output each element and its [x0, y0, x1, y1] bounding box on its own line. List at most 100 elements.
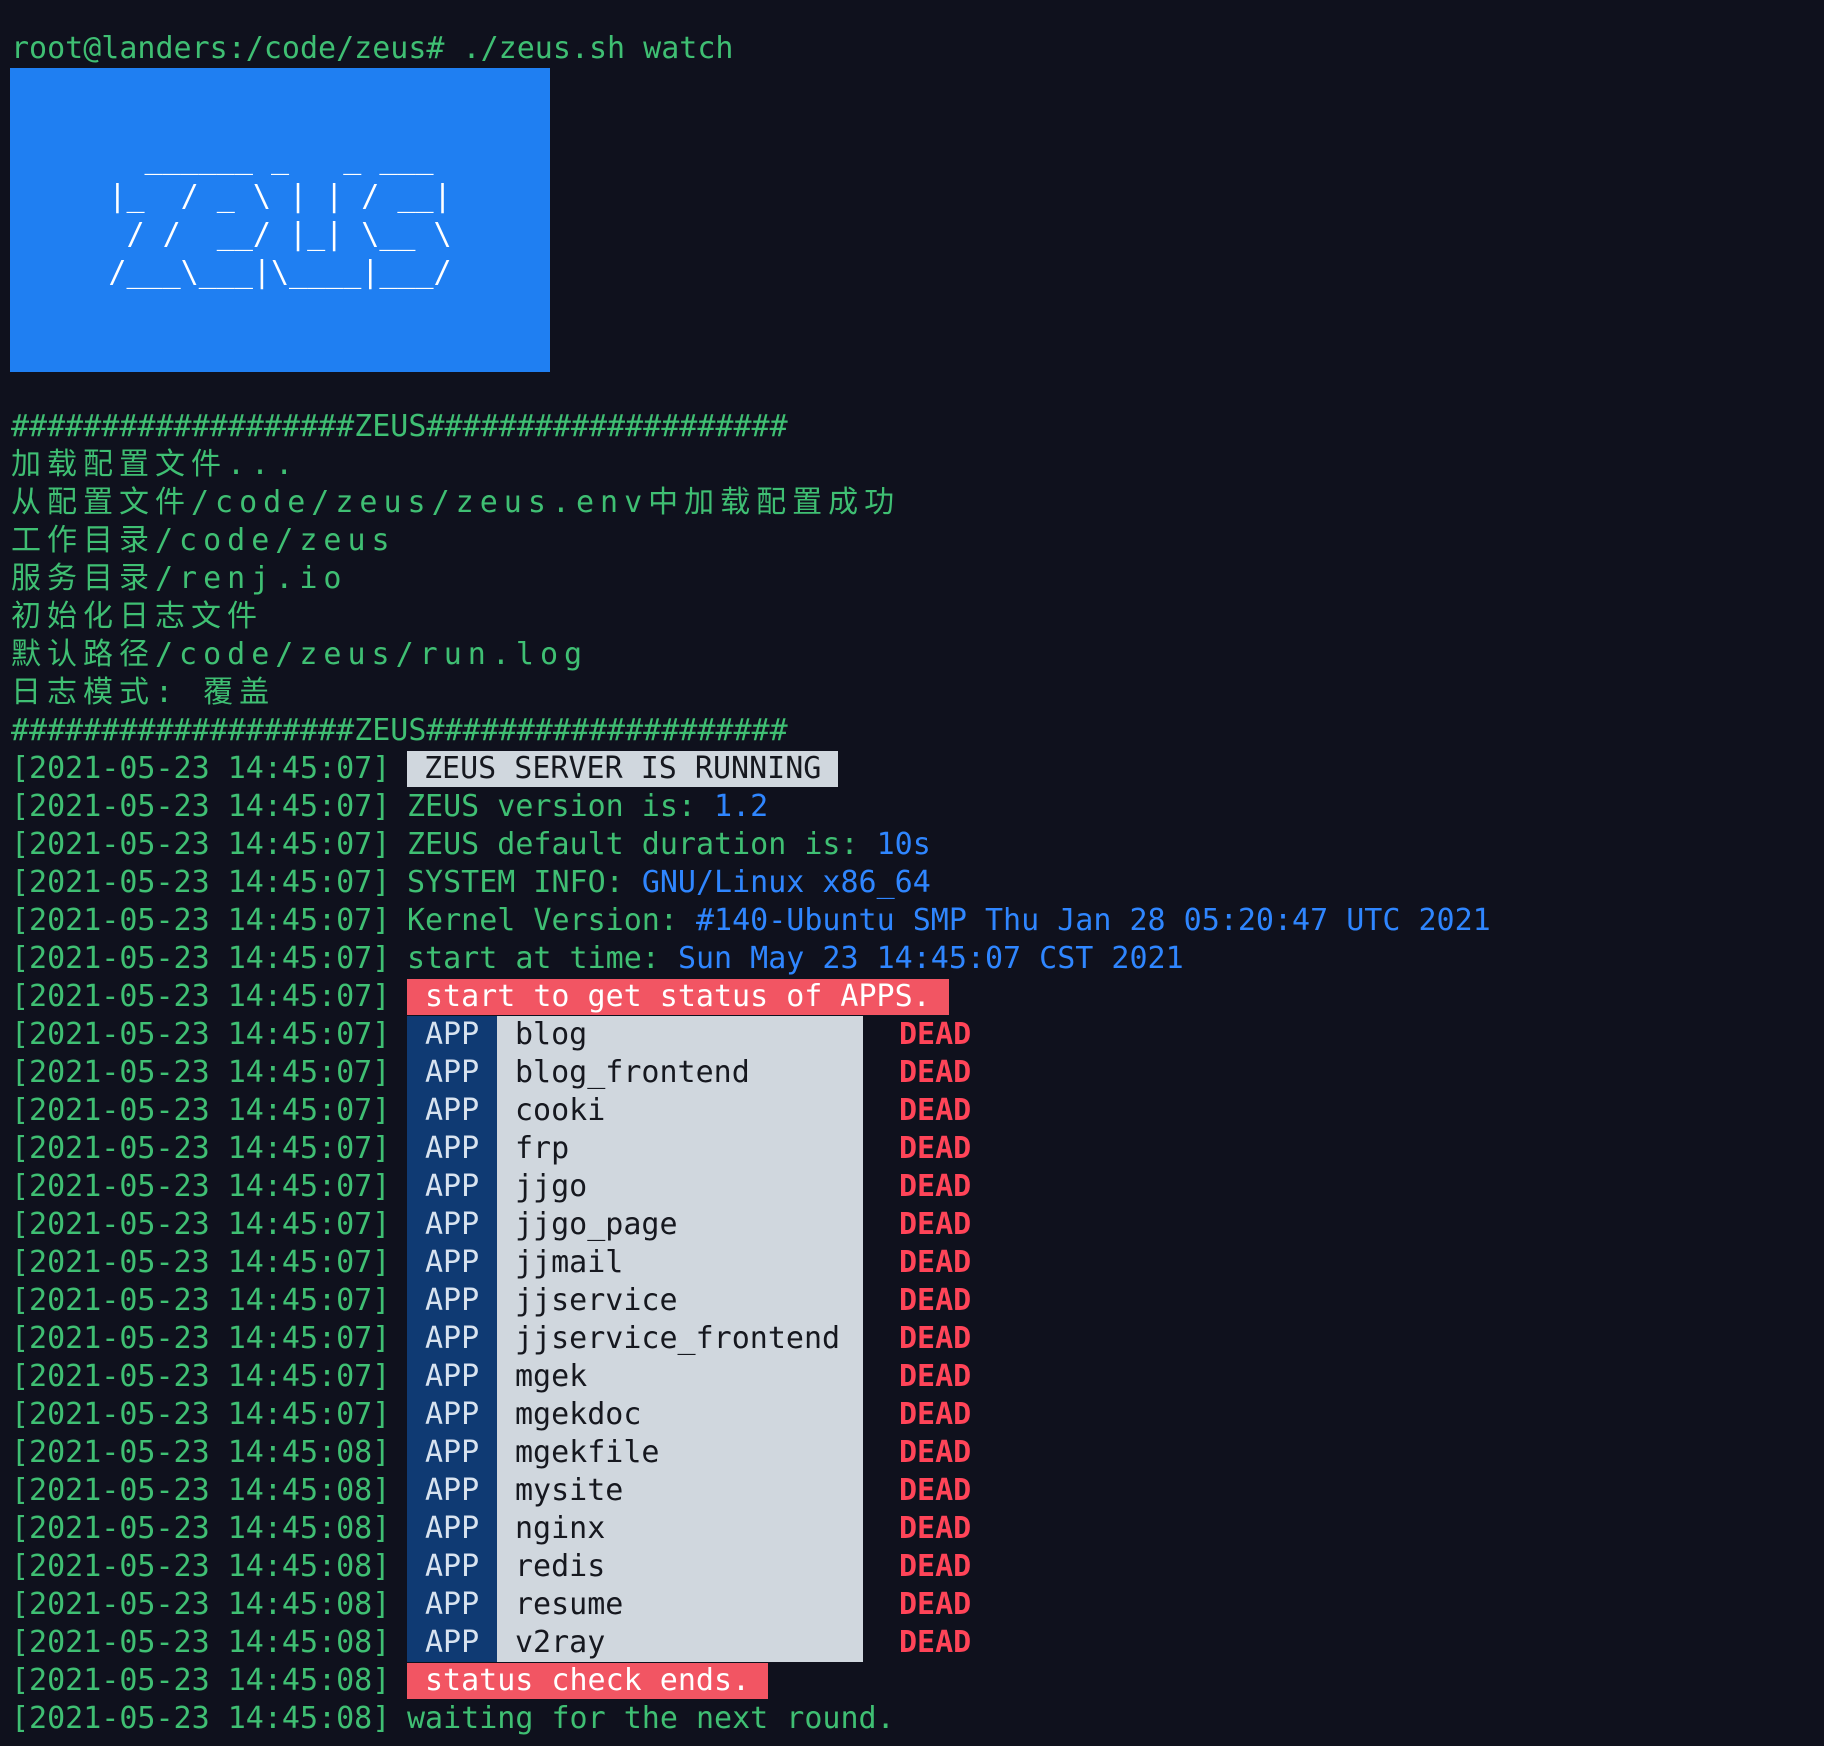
timestamp: [2021-05-23 14:45:07]	[11, 1055, 391, 1090]
sysinfo-label: SYSTEM INFO:	[407, 865, 642, 900]
app-status: DEAD	[899, 1245, 972, 1280]
timestamp: [2021-05-23 14:45:08]	[11, 1549, 391, 1584]
app-status: DEAD	[899, 1169, 972, 1204]
timestamp: [2021-05-23 14:45:08]	[11, 1625, 391, 1660]
app-name: jjmail	[497, 1244, 863, 1282]
config-line: 工作目录/code/zeus	[11, 523, 396, 558]
app-status: DEAD	[899, 1359, 972, 1394]
app-status: DEAD	[899, 1587, 972, 1622]
command-line: root@landers:/code/zeus# ./zeus.sh watch	[11, 30, 733, 68]
app-tag: APP	[407, 1624, 497, 1662]
log-line-start: [2021-05-23 14:45:07] start at time: Sun…	[11, 940, 1491, 978]
timestamp: [2021-05-23 14:45:07]	[11, 1207, 391, 1242]
app-tag: APP	[407, 1054, 497, 1092]
app-status: DEAD	[899, 1549, 972, 1584]
app-row: [2021-05-23 14:45:08] APP v2ray DEAD	[11, 1624, 1491, 1662]
timestamp: [2021-05-23 14:45:08]	[11, 1663, 391, 1698]
timestamp: [2021-05-23 14:45:08]	[11, 1435, 391, 1470]
app-name: blog_frontend	[497, 1054, 863, 1092]
version-label: ZEUS version is:	[407, 789, 715, 824]
log-line-running: [2021-05-23 14:45:07] ZEUS SERVER IS RUN…	[11, 750, 1491, 788]
app-status-list: [2021-05-23 14:45:07] APP blog DEAD [202…	[11, 1016, 1491, 1662]
app-row: [2021-05-23 14:45:07] APP frp DEAD	[11, 1130, 1491, 1168]
app-row: [2021-05-23 14:45:07] APP jjservice_fron…	[11, 1320, 1491, 1358]
app-name: jjservice_frontend	[497, 1320, 863, 1358]
app-name: blog	[497, 1016, 863, 1054]
app-status: DEAD	[899, 1093, 972, 1128]
app-name: resume	[497, 1586, 863, 1624]
logo-ascii-art: ______ _ _ ___ |_ / _ \ | | / __| / / __…	[108, 141, 452, 290]
app-status: DEAD	[899, 1207, 972, 1242]
app-status: DEAD	[899, 1283, 972, 1318]
timestamp: [2021-05-23 14:45:07]	[11, 1397, 391, 1432]
app-status: DEAD	[899, 1473, 972, 1508]
sysinfo-value: GNU/Linux x86_64	[641, 865, 931, 900]
shell-prompt: root@landers:/code/zeus# ./zeus.sh watch	[11, 31, 734, 66]
config-line: 从配置文件/code/zeus/zeus.env中加载配置成功	[11, 485, 901, 520]
app-status: DEAD	[899, 1435, 972, 1470]
app-row: [2021-05-23 14:45:07] APP jjgo_page DEAD	[11, 1206, 1491, 1244]
app-name: jjgo_page	[497, 1206, 863, 1244]
app-name: mysite	[497, 1472, 863, 1510]
version-value: 1.2	[714, 789, 769, 824]
timestamp: [2021-05-23 14:45:08]	[11, 1473, 391, 1508]
server-running-badge: ZEUS SERVER IS RUNNING	[407, 751, 839, 787]
app-row: [2021-05-23 14:45:08] APP mysite DEAD	[11, 1472, 1491, 1510]
config-line: 加载配置文件...	[11, 447, 300, 482]
zeus-ascii-logo: ______ _ _ ___ |_ / _ \ | | / __| / / __…	[10, 68, 550, 372]
timestamp: [2021-05-23 14:45:08]	[11, 1511, 391, 1546]
app-tag: APP	[407, 1320, 497, 1358]
status-begin-badge: start to get status of APPS.	[407, 979, 949, 1015]
app-row: [2021-05-23 14:45:07] APP mgekdoc DEAD	[11, 1396, 1491, 1434]
timestamp: [2021-05-23 14:45:07]	[11, 1359, 391, 1394]
app-status: DEAD	[899, 1055, 972, 1090]
app-status: DEAD	[899, 1397, 972, 1432]
log-line-status-begin: [2021-05-23 14:45:07] start to get statu…	[11, 978, 1491, 1016]
waiting-text: waiting for the next round.	[407, 1701, 895, 1736]
app-status: DEAD	[899, 1321, 972, 1356]
app-tag: APP	[407, 1434, 497, 1472]
app-tag: APP	[407, 1586, 497, 1624]
app-row: [2021-05-23 14:45:08] APP mgekfile DEAD	[11, 1434, 1491, 1472]
app-tag: APP	[407, 1016, 497, 1054]
log-line-sysinfo: [2021-05-23 14:45:07] SYSTEM INFO: GNU/L…	[11, 864, 1491, 902]
app-name: cooki	[497, 1092, 863, 1130]
timestamp: [2021-05-23 14:45:07]	[11, 1245, 391, 1280]
timestamp: [2021-05-23 14:45:08]	[11, 1587, 391, 1622]
timestamp: [2021-05-23 14:45:07]	[11, 1131, 391, 1166]
timestamp: [2021-05-23 14:45:07]	[11, 1169, 391, 1204]
app-row: [2021-05-23 14:45:07] APP jjmail DEAD	[11, 1244, 1491, 1282]
app-tag: APP	[407, 1396, 497, 1434]
app-name: frp	[497, 1130, 863, 1168]
app-tag: APP	[407, 1510, 497, 1548]
app-status: DEAD	[899, 1625, 972, 1660]
config-line: 初始化日志文件	[11, 599, 263, 634]
start-value: Sun May 23 14:45:07 CST 2021	[677, 941, 1184, 976]
app-tag: APP	[407, 1358, 497, 1396]
kernel-value: #140-Ubuntu SMP Thu Jan 28 05:20:47 UTC …	[695, 903, 1491, 938]
separator-top: ###################ZEUS#################…	[11, 409, 788, 444]
app-status: DEAD	[899, 1131, 972, 1166]
log-line-kernel: [2021-05-23 14:45:07] Kernel Version: #1…	[11, 902, 1491, 940]
app-status: DEAD	[899, 1511, 972, 1546]
app-name: jjservice	[497, 1282, 863, 1320]
app-tag: APP	[407, 1472, 497, 1510]
app-tag: APP	[407, 1168, 497, 1206]
app-row: [2021-05-23 14:45:07] APP blog DEAD	[11, 1016, 1491, 1054]
timestamp: [2021-05-23 14:45:07]	[11, 979, 391, 1014]
timestamp: [2021-05-23 14:45:07]	[11, 827, 391, 862]
status-end-badge: status check ends.	[407, 1663, 769, 1699]
app-tag: APP	[407, 1130, 497, 1168]
app-name: mgekfile	[497, 1434, 863, 1472]
config-line: 日志模式: 覆盖	[11, 675, 276, 710]
timestamp: [2021-05-23 14:45:07]	[11, 1321, 391, 1356]
app-name: jjgo	[497, 1168, 863, 1206]
start-label: start at time:	[407, 941, 678, 976]
timestamp: [2021-05-23 14:45:07]	[11, 1283, 391, 1318]
app-row: [2021-05-23 14:45:07] APP jjgo DEAD	[11, 1168, 1491, 1206]
timestamp: [2021-05-23 14:45:07]	[11, 1017, 391, 1052]
app-tag: APP	[407, 1282, 497, 1320]
log-line-version: [2021-05-23 14:45:07] ZEUS version is: 1…	[11, 788, 1491, 826]
log-line-duration: [2021-05-23 14:45:07] ZEUS default durat…	[11, 826, 1491, 864]
app-row: [2021-05-23 14:45:08] APP resume DEAD	[11, 1586, 1491, 1624]
